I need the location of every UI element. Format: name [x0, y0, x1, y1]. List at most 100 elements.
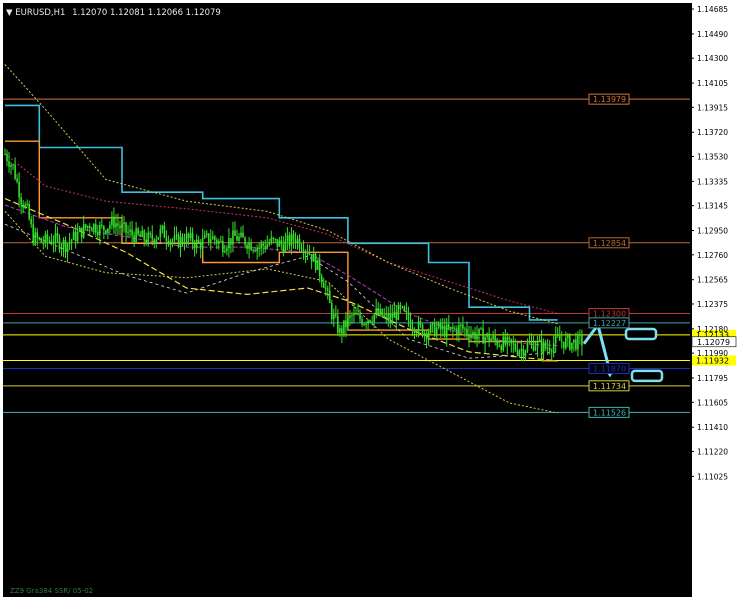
candle-body: [48, 240, 51, 242]
candle-body: [290, 234, 293, 246]
candle-body: [387, 313, 390, 321]
candle-body: [72, 231, 75, 240]
candle-body: [452, 326, 454, 329]
candle-body: [361, 319, 363, 325]
candle-body: [429, 324, 432, 333]
level-label-text: 1.11734: [593, 382, 626, 391]
candle-body: [151, 234, 154, 240]
y-tick-label: 1.12950: [697, 227, 728, 236]
candle-body: [393, 311, 396, 318]
candle-body: [560, 340, 563, 342]
candle-body: [268, 242, 271, 245]
candle-body: [177, 234, 180, 248]
candle-body: [577, 334, 579, 350]
candle-body: [252, 250, 254, 252]
candle-body: [437, 322, 440, 328]
candle-body: [454, 328, 456, 330]
candle-body: [226, 248, 228, 251]
candle-body: [458, 325, 460, 335]
candle-body: [314, 253, 317, 270]
candle-body: [254, 250, 256, 252]
candle-body: [556, 334, 559, 336]
candle-body: [443, 326, 446, 337]
candle-body: [276, 238, 279, 247]
chart-window[interactable]: 1.13979 1.12854 1.12300 1.12227 1.12133 1.119…: [0, 0, 743, 600]
candle-body: [359, 313, 361, 320]
candle-body: [292, 234, 295, 241]
candle-body: [343, 320, 345, 334]
candle-body: [137, 228, 139, 235]
candle-body: [502, 336, 505, 351]
candle-body: [109, 225, 111, 229]
candle-body: [197, 239, 200, 243]
candle-body: [173, 236, 176, 241]
y-tick-label: 1.13915: [697, 103, 728, 112]
candle-body: [141, 230, 143, 237]
candle-body: [488, 333, 490, 342]
candle-body: [294, 240, 297, 244]
candle-body: [435, 327, 438, 336]
candle-body: [328, 290, 331, 304]
candle-body: [450, 326, 452, 329]
candle-body: [330, 303, 333, 320]
candle-body: [22, 204, 24, 208]
candle-body: [189, 233, 192, 238]
candle-body: [389, 313, 392, 321]
candle-body: [405, 310, 408, 313]
candle-body: [286, 235, 289, 241]
candle-body: [575, 339, 577, 350]
candle-body: [341, 328, 343, 334]
candle-body: [544, 342, 547, 349]
candle-body: [278, 240, 281, 247]
candle-body: [282, 244, 285, 252]
candle-body: [456, 328, 458, 335]
candle-body: [337, 315, 339, 333]
candle-body: [262, 243, 265, 246]
candle-body: [207, 233, 210, 243]
candle-body: [163, 225, 166, 238]
candle-body: [371, 321, 373, 323]
y-tick-label: 1.13720: [697, 128, 728, 137]
candle-body: [567, 335, 569, 338]
candle-body: [355, 312, 357, 315]
candle-body: [153, 239, 156, 244]
candle-body: [363, 323, 365, 325]
candle-body: [373, 314, 375, 322]
candle-body: [193, 243, 196, 249]
ohlc-values: 1.12070 1.12081 1.12066 1.12079: [72, 8, 221, 18]
candle-body: [58, 237, 61, 250]
candle-body: [516, 349, 519, 355]
candle-body: [554, 334, 557, 344]
candle-body: [351, 315, 353, 317]
candle-body: [300, 248, 303, 251]
candle-body: [510, 339, 513, 344]
candle-body: [498, 345, 501, 347]
dropdown-triangle-icon[interactable]: ▼: [6, 8, 13, 18]
candle-body: [423, 332, 426, 336]
candle-body: [14, 164, 16, 179]
candle-body: [357, 313, 359, 315]
candle-body: [52, 243, 55, 245]
candle-body: [94, 223, 97, 233]
chart-canvas[interactable]: 1.139791.128541.123001.122271.121331.119…: [0, 0, 743, 600]
y-tick-label: 1.12565: [697, 276, 728, 285]
candle-body: [524, 351, 527, 356]
candle-body: [381, 308, 384, 317]
level-label-text: 1.11870: [593, 364, 626, 373]
candle-body: [397, 304, 400, 320]
candle-body: [6, 154, 8, 162]
y-tick-label: 1.11795: [697, 374, 728, 383]
candle-body: [125, 222, 127, 233]
candle-body: [4, 153, 6, 155]
candle-body: [147, 232, 150, 243]
candle-body: [552, 343, 555, 352]
candle-body: [240, 232, 242, 237]
chart-header: ▼ EURUSD,H1 1.12070 1.12081 1.12066 1.12…: [6, 8, 221, 18]
candle-body: [478, 328, 480, 336]
candle-body: [131, 229, 133, 236]
candle-body: [532, 342, 535, 351]
y-tick-label: 1.14105: [697, 79, 728, 88]
candle-body: [320, 276, 323, 283]
candle-body: [167, 240, 170, 245]
candle-body: [365, 323, 367, 325]
